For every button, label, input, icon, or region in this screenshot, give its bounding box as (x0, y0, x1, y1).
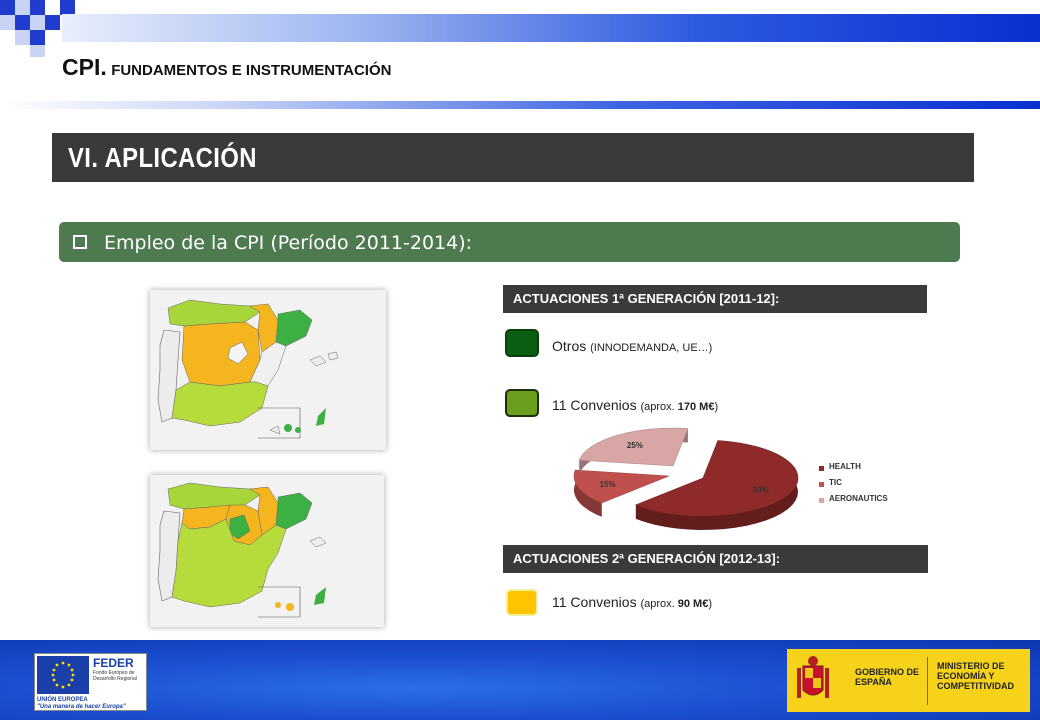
pie-legend-label-aeronautics: AERONAUTICS (829, 494, 888, 503)
page-title-main: CPI. (62, 54, 107, 80)
convenios-1-legend: 11 Convenios (aprox. 170 M€) (552, 397, 718, 413)
convenios-1-label: 11 Convenios (552, 397, 637, 413)
otros-detail: (INNODEMANDA, UE…) (590, 342, 713, 354)
spain-map-2-graphic (150, 475, 384, 627)
subtitle-bar: Empleo de la CPI (Período 2011-2014): (59, 222, 960, 262)
coat-of-arms-icon (797, 656, 829, 698)
feder-union: UNIÓN EUROPEA (37, 697, 88, 703)
subtitle-label: Empleo de la CPI (Período 2011-2014): (104, 232, 473, 254)
pie-label-aeronautics: 25% (627, 441, 643, 450)
feder-subtitle: Fondo Europeo de Desarrollo Regional (93, 670, 137, 682)
pie-legend-label-health: HEALTH (829, 462, 861, 471)
header-divider (0, 101, 1040, 109)
section-title-bar: VI. APLICACIÓN (52, 133, 974, 182)
pie-legend-label-tic: TIC (829, 478, 842, 487)
convenios-1-detail-pre: (aprox. (640, 401, 678, 413)
pie-legend-marker-tic (819, 482, 824, 487)
convenios-2-legend: 11 Convenios (aprox. 90 M€) (552, 594, 712, 610)
section-title: VI. APLICACIÓN (68, 142, 257, 173)
feder-logo: FEDER Fondo Europeo de Desarrollo Region… (34, 653, 147, 711)
otros-color-swatch (505, 329, 539, 357)
header-gradient-bar (62, 14, 1040, 42)
convenios-1-detail-post: ) (714, 401, 719, 413)
generation-1-header: ACTUACIONES 1ª GENERACIÓN [2011-12]: (503, 285, 927, 313)
convenios-1-color-swatch (505, 389, 539, 417)
pie-chart-svg: 60% 15% 25% (573, 427, 799, 530)
gobierno-text: GOBIERNO DE ESPAÑA (855, 667, 920, 687)
pie-slice-aeronautics (578, 427, 689, 475)
spain-map-generation-1 (150, 290, 386, 450)
pie-label-tic: 15% (600, 480, 616, 489)
page-title: CPI. FUNDAMENTOS E INSTRUMENTACIÓN (62, 54, 391, 81)
ministerio-text: MINISTERIO DE ECONOMÍA Y COMPETITIVIDAD (937, 661, 1015, 691)
footer-banner: FEDER Fondo Europeo de Desarrollo Region… (0, 640, 1040, 720)
convenios-2-detail-pre: (aprox. (640, 598, 678, 610)
pie-legend-marker-aeronautics (819, 498, 824, 503)
convenios-1-amount: 170 M€ (677, 401, 715, 413)
feder-motto: "Una manera de hacer Europa" (37, 704, 126, 710)
pie-label-health: 60% (753, 486, 769, 495)
government-logo-divider (927, 657, 928, 705)
spain-map-1-graphic (150, 290, 386, 450)
eu-flag-icon (37, 656, 89, 694)
convenios-2-detail-post: ) (708, 598, 713, 610)
spain-map-generation-2 (150, 475, 384, 627)
otros-legend: Otros (INNODEMANDA, UE…) (552, 338, 712, 354)
convenios-2-color-swatch (506, 589, 538, 616)
convenios-2-amount: 90 M€ (677, 598, 709, 610)
pie-legend-marker-health (819, 466, 824, 471)
feder-title: FEDER (93, 656, 134, 670)
otros-label: Otros (552, 338, 587, 354)
convenios-2-label: 11 Convenios (552, 594, 637, 610)
checkbox-bullet-icon (73, 235, 87, 249)
government-logo: GOBIERNO DE ESPAÑA MINISTERIO DE ECONOMÍ… (787, 649, 1030, 712)
page-title-sub: FUNDAMENTOS E INSTRUMENTACIÓN (111, 62, 392, 79)
generation-2-header: ACTUACIONES 2ª GENERACIÓN [2012-13]: (503, 545, 928, 573)
pie-chart: 60% 15% 25% (535, 424, 915, 534)
